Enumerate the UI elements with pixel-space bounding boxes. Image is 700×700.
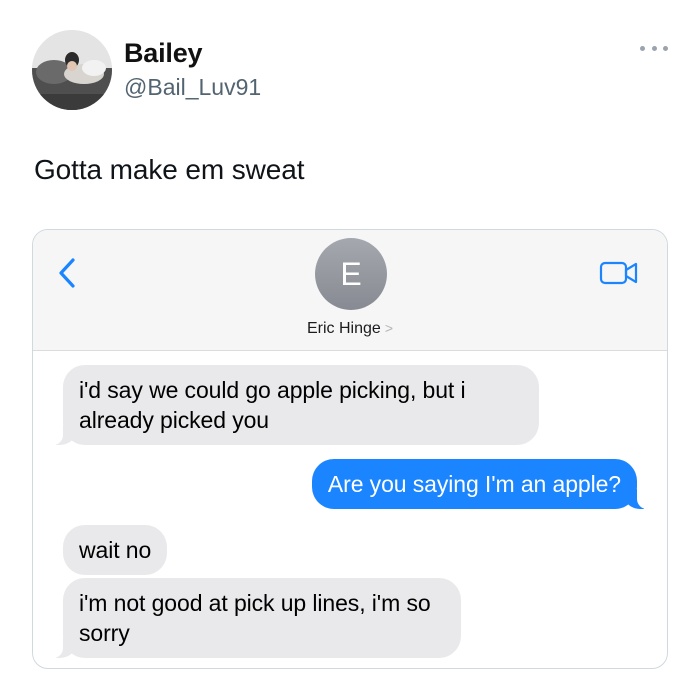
avatar-photo [32, 30, 112, 110]
contact-name: Eric Hinge [307, 320, 381, 337]
message-text: i'd say we could go apple picking, but i… [79, 377, 466, 433]
more-dot [640, 45, 645, 51]
message-list: i'd say we could go apple picking, but i… [33, 351, 667, 668]
more-dot [663, 45, 668, 51]
conversation-header: E Eric Hinge > [33, 230, 667, 351]
imessage-screenshot[interactable]: E Eric Hinge > i'd say we could go apple … [32, 229, 668, 669]
chevron-right-icon: > [384, 320, 393, 336]
outgoing-message[interactable]: Are you saying I'm an apple? [311, 459, 648, 509]
chevron-left-icon[interactable] [55, 256, 79, 290]
tweet-text: Gotta make em sweat [34, 154, 305, 185]
contact-avatar[interactable]: E [315, 238, 387, 310]
display-name[interactable]: Bailey [124, 38, 203, 69]
incoming-message[interactable]: i'm not good at pick up lines, i'm so so… [53, 578, 461, 658]
incoming-message[interactable]: wait no [63, 525, 168, 575]
incoming-message[interactable]: i'd say we could go apple picking, but i… [53, 365, 539, 445]
more-horizontal-icon[interactable] [640, 42, 668, 54]
more-dot [651, 45, 657, 51]
avatar[interactable] [32, 30, 112, 110]
tweet-header: Bailey @Bail_Luv91 [32, 30, 672, 112]
user-handle[interactable]: @Bail_Luv91 [124, 74, 261, 101]
message-text: i'm not good at pick up lines, i'm so so… [79, 590, 431, 646]
video-camera-icon[interactable] [599, 260, 639, 286]
message-text: wait no [79, 537, 152, 563]
message-text: Are you saying I'm an apple? [327, 471, 621, 497]
contact-name-row[interactable]: Eric Hinge > [33, 320, 667, 338]
